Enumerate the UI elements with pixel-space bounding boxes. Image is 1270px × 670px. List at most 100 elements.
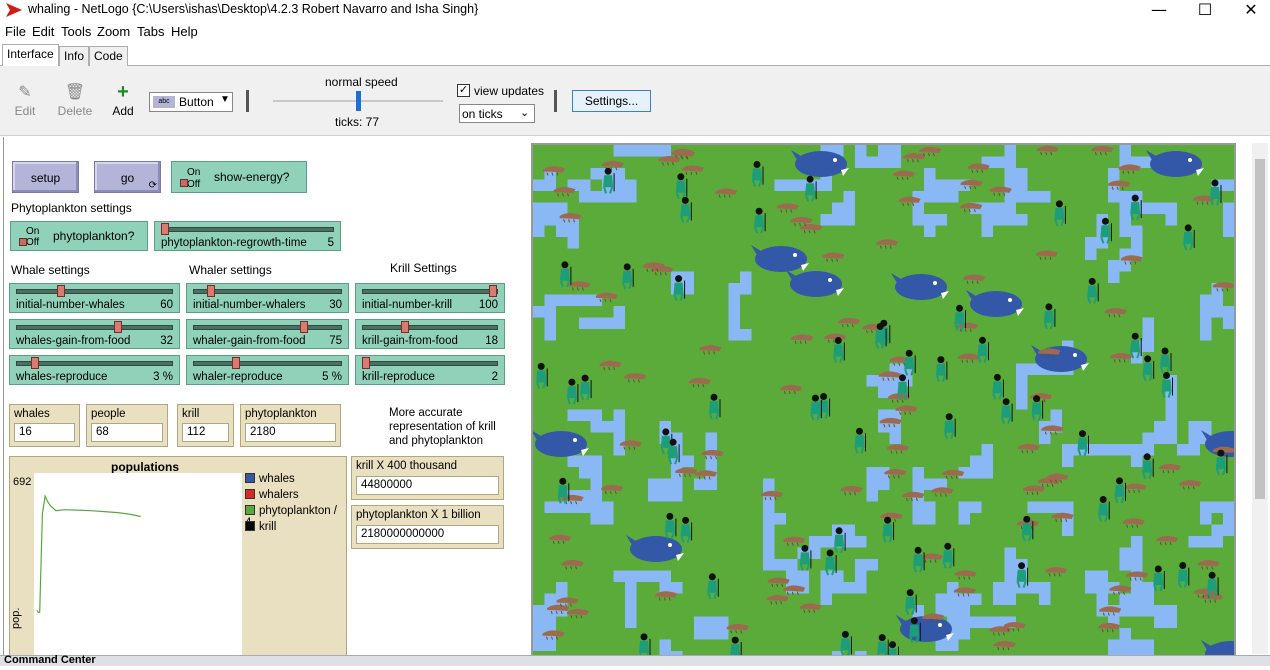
slider-track[interactable]: [193, 289, 342, 294]
slider-thumb[interactable]: [300, 321, 309, 333]
phytoplankton-patch: [533, 306, 545, 318]
maximize-button[interactable]: ☐: [1182, 0, 1228, 22]
slider-thumb[interactable]: [362, 357, 370, 369]
phytoplankton-patch: [1004, 547, 1016, 559]
show-energy-switch[interactable]: On Off show-energy?: [171, 161, 307, 193]
phytoplankton-patch: [728, 329, 740, 341]
slider-thumb[interactable]: [207, 285, 216, 297]
phytoplankton-patch: [1142, 639, 1154, 651]
scrollbar-thumb[interactable]: [1255, 159, 1265, 499]
phytoplankton-patch: [866, 478, 878, 490]
whales-gain-from-food-slider[interactable]: whales-gain-from-food 32: [9, 319, 180, 349]
delete-button[interactable]: 🗑 Delete: [56, 82, 94, 118]
krill-gain-from-food-slider[interactable]: krill-gain-from-food 18: [355, 319, 505, 349]
menu-help[interactable]: Help: [171, 24, 198, 39]
krill-reproduce-slider[interactable]: krill-reproduce 2: [355, 355, 505, 385]
menu-tools[interactable]: Tools: [61, 24, 91, 39]
go-button[interactable]: go ⟳: [94, 161, 161, 193]
add-button[interactable]: + Add: [110, 82, 136, 118]
slider-track[interactable]: [362, 325, 498, 330]
phytoplankton-regrowth-slider[interactable]: phytoplankton-regrowth-time 5: [154, 221, 341, 251]
slider-thumb[interactable]: [489, 285, 498, 297]
phytoplankton-patch: [625, 179, 637, 191]
menu-tabs[interactable]: Tabs: [137, 24, 164, 39]
menu-zoom[interactable]: Zoom: [97, 24, 130, 39]
phytoplankton-patch: [1223, 214, 1234, 226]
slider-track[interactable]: [161, 227, 334, 232]
phytoplankton-patch: [912, 214, 924, 226]
krill-agent: [1197, 560, 1220, 570]
setup-button[interactable]: setup: [12, 161, 79, 193]
widget-type-select[interactable]: abc Button ▼: [149, 92, 233, 112]
whaler-gain-from-food-slider[interactable]: whaler-gain-from-food 75: [186, 319, 349, 349]
switch-toggle[interactable]: On Off: [14, 225, 39, 251]
phytoplankton-switch[interactable]: On Off phytoplankton?: [10, 221, 148, 251]
slider-track[interactable]: [16, 325, 173, 330]
slider-thumb[interactable]: [31, 357, 40, 369]
settings-button[interactable]: Settings...: [572, 90, 651, 112]
world-view[interactable]: [531, 143, 1236, 661]
phytoplankton-patch: [981, 202, 993, 214]
legend-swatch: [245, 505, 255, 515]
slider-thumb[interactable]: [401, 321, 409, 333]
edit-label: Edit: [14, 104, 36, 118]
krill-agent: [1158, 463, 1181, 474]
phytoplankton-patch: [866, 156, 878, 168]
phytoplankton-patch: [843, 191, 855, 203]
slider-track[interactable]: [362, 361, 498, 366]
whaler-agent: [1043, 303, 1056, 330]
switch-toggle[interactable]: On Off: [175, 165, 200, 191]
initial-number-whalers-slider[interactable]: initial-number-whalers 30: [186, 283, 349, 313]
slider-thumb[interactable]: [161, 223, 169, 235]
view-updates-checkbox[interactable]: ✓: [457, 84, 470, 97]
phytoplankton-patch: [855, 582, 867, 594]
slider-thumb[interactable]: [114, 321, 123, 333]
minimize-button[interactable]: —: [1136, 0, 1182, 22]
slider-track[interactable]: [16, 289, 173, 294]
krill-agent: [1122, 518, 1145, 528]
phytoplankton-patch: [590, 191, 602, 203]
tab-interface[interactable]: Interface: [2, 44, 59, 66]
vertical-scrollbar[interactable]: [1252, 143, 1268, 654]
tab-code[interactable]: Code: [89, 46, 128, 66]
command-center-bar[interactable]: Command Center: [0, 654, 1270, 666]
speed-slider-thumb[interactable]: [355, 91, 361, 111]
krill-x-monitor: krill X 400 thousand 44800000: [351, 456, 504, 500]
slider-track[interactable]: [16, 361, 173, 366]
update-mode-select[interactable]: on ticks ⌄: [459, 104, 535, 123]
legend-label: whalers: [259, 489, 299, 501]
slider-track[interactable]: [193, 361, 342, 366]
switch-knob: [19, 238, 27, 246]
krill-agent: [1118, 164, 1141, 174]
slider-track[interactable]: [362, 289, 498, 294]
slider-label: initial-number-whalers: [193, 299, 306, 311]
initial-number-whales-slider[interactable]: initial-number-whales 60: [9, 283, 180, 313]
slider-thumb[interactable]: [56, 285, 65, 297]
phytoplankton-patch: [556, 225, 568, 237]
phytoplankton-patch: [590, 409, 602, 421]
tab-info[interactable]: Info: [59, 46, 90, 66]
phytoplankton-patch: [717, 628, 729, 640]
initial-number-krill-slider[interactable]: initial-number-krill 100: [355, 283, 505, 313]
phytoplankton-patch: [705, 432, 717, 444]
krill-agent: [880, 512, 903, 523]
monitor-value: 44800000: [356, 476, 499, 495]
close-button[interactable]: ✕: [1228, 0, 1270, 22]
menu-edit[interactable]: Edit: [32, 24, 54, 39]
switch-label: phytoplankton?: [53, 229, 135, 243]
edit-button[interactable]: ✎ Edit: [12, 82, 38, 118]
phytoplankton-patch: [958, 513, 970, 525]
whaler-reproduce-slider[interactable]: whaler-reproduce 5 %: [186, 355, 349, 385]
phytoplankton-patch: [866, 490, 878, 502]
phytoplankton-patch: [993, 202, 1005, 214]
slider-thumb[interactable]: [231, 357, 240, 369]
whales-reproduce-slider[interactable]: whales-reproduce 3 %: [9, 355, 180, 385]
phytoplankton-patch: [636, 145, 648, 157]
phytoplankton-patch: [1131, 605, 1143, 617]
phytoplankton-patch: [1131, 582, 1143, 594]
whaler-agent: [675, 173, 688, 200]
slider-track[interactable]: [193, 325, 342, 330]
netlogo-logo-icon: [6, 3, 22, 17]
menu-file[interactable]: File: [5, 24, 26, 39]
phytoplankton-patch: [567, 409, 579, 421]
